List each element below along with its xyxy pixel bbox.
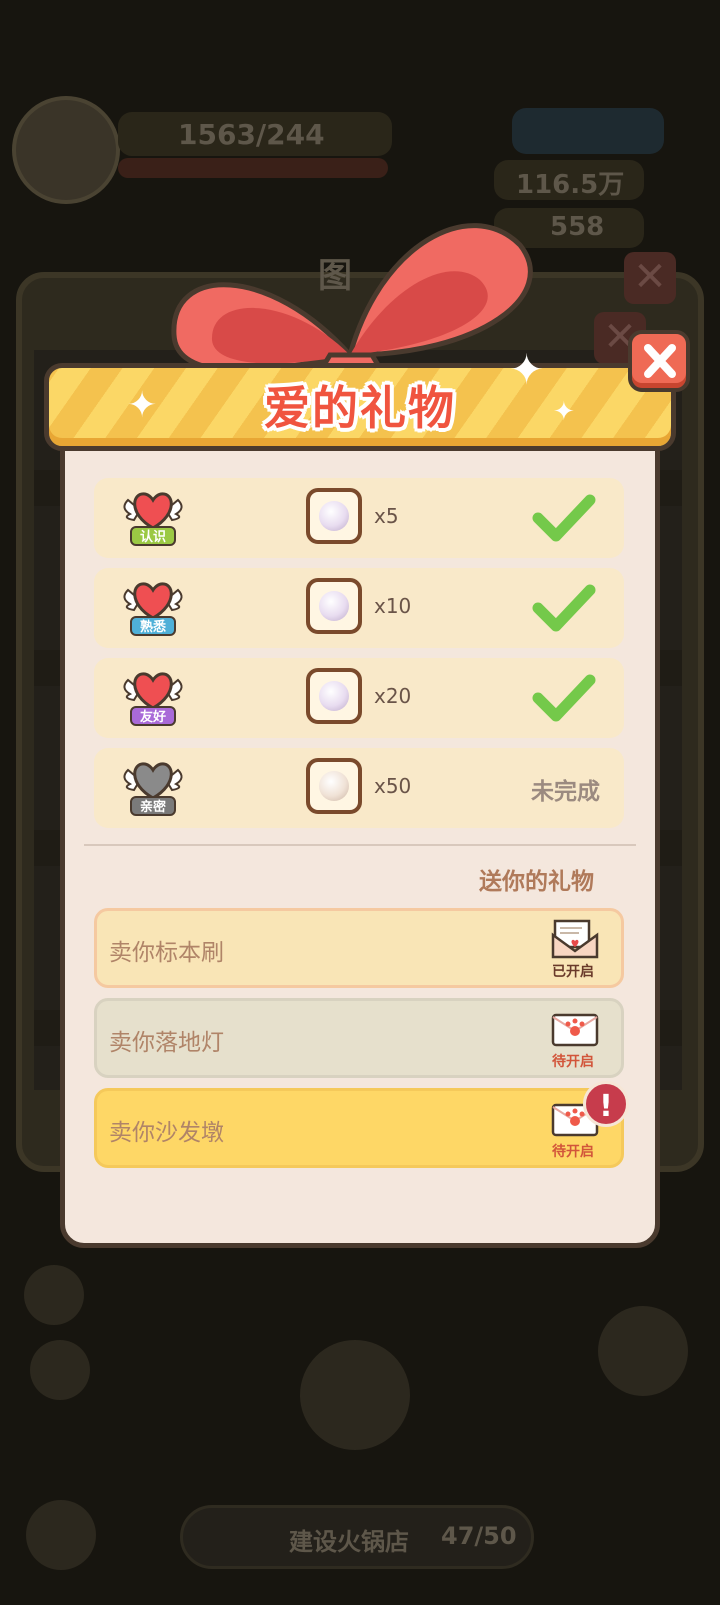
task-progress: 47/50 [441,1522,517,1550]
sparkle-icon: ✦ [553,397,575,427]
gifts-section-title: 送你的礼物 [479,869,594,895]
search-icon [30,1340,90,1400]
badge-label: 友好 [130,706,176,726]
milestone-row: 友好 x20 [94,658,624,738]
milestone-status: 未完成 [531,779,600,805]
milestone-qty: x20 [374,684,412,708]
background-icon [598,1306,688,1396]
resource-counter: 1563/244 [178,118,325,151]
gift-row-2[interactable]: 卖你落地灯 待开启 [94,998,624,1078]
milestone-list: 认识 x5 熟悉 x10 友好 x20 亲密 x50 未完成 [94,478,624,838]
sparkle-icon: ✦ [127,385,158,426]
milestone-row: 熟悉 x10 [94,568,624,648]
task-bar: 建设火锅店 47/50 [180,1505,534,1569]
heart-wings-icon: 认识 [118,488,188,548]
gift-status: 已开启 [552,964,594,980]
pearl-icon [306,668,362,724]
currency-bar-1: 116.5万 [494,160,644,200]
paw-icon [26,1500,96,1570]
badge-label: 熟悉 [130,616,176,636]
background-close-icon: ✕ [624,252,676,304]
check-icon [532,494,596,542]
gem-bar [512,108,664,154]
milestone-row: 亲密 x50 未完成 [94,748,624,828]
paw-button [300,1340,410,1450]
currency-1-value: 116.5万 [516,170,625,200]
envelope-open-icon [551,919,599,959]
milestone-qty: x50 [374,774,412,798]
close-button[interactable] [628,330,690,392]
heart-wings-icon: 友好 [118,668,188,728]
close-icon [644,344,676,378]
task-label: 建设火锅店 [289,1528,409,1556]
resource-bar: 1563/244 [118,112,392,156]
pearl-icon [306,758,362,814]
gift-label: 卖你落地灯 [109,1030,224,1056]
milestone-row: 认识 x5 [94,478,624,558]
dialog-title-banner: 爱的礼物 ✦ ✦ ✦ [44,349,676,451]
gift-status: 待开启 [552,1054,594,1070]
heart-wings-icon: 亲密 [118,758,188,818]
gift-label: 卖你沙发墩 [109,1120,224,1146]
milestone-qty: x10 [374,594,412,618]
currency-2-value: 558 [550,212,605,242]
milestone-qty: x5 [374,504,399,528]
check-icon [532,674,596,722]
sparkle-icon: ✦ [509,345,545,394]
check-icon [532,584,596,632]
gift-status: 待开启 [552,1144,594,1160]
pearl-icon [306,488,362,544]
divider [84,844,636,846]
player-avatar [12,96,120,204]
xp-bar [118,158,388,178]
background-icon [24,1265,84,1325]
envelope-paw-icon [551,1013,599,1047]
gift-label: 卖你标本刷 [109,940,224,966]
pearl-icon [306,578,362,634]
gift-row-3[interactable]: 卖你沙发墩 待开启 [94,1088,624,1168]
badge-label: 认识 [130,526,176,546]
badge-label: 亲密 [130,796,176,816]
alert-badge-icon: ! [583,1081,629,1127]
gift-row-1[interactable]: 卖你标本刷 已开启 [94,908,624,988]
heart-wings-icon: 熟悉 [118,578,188,638]
